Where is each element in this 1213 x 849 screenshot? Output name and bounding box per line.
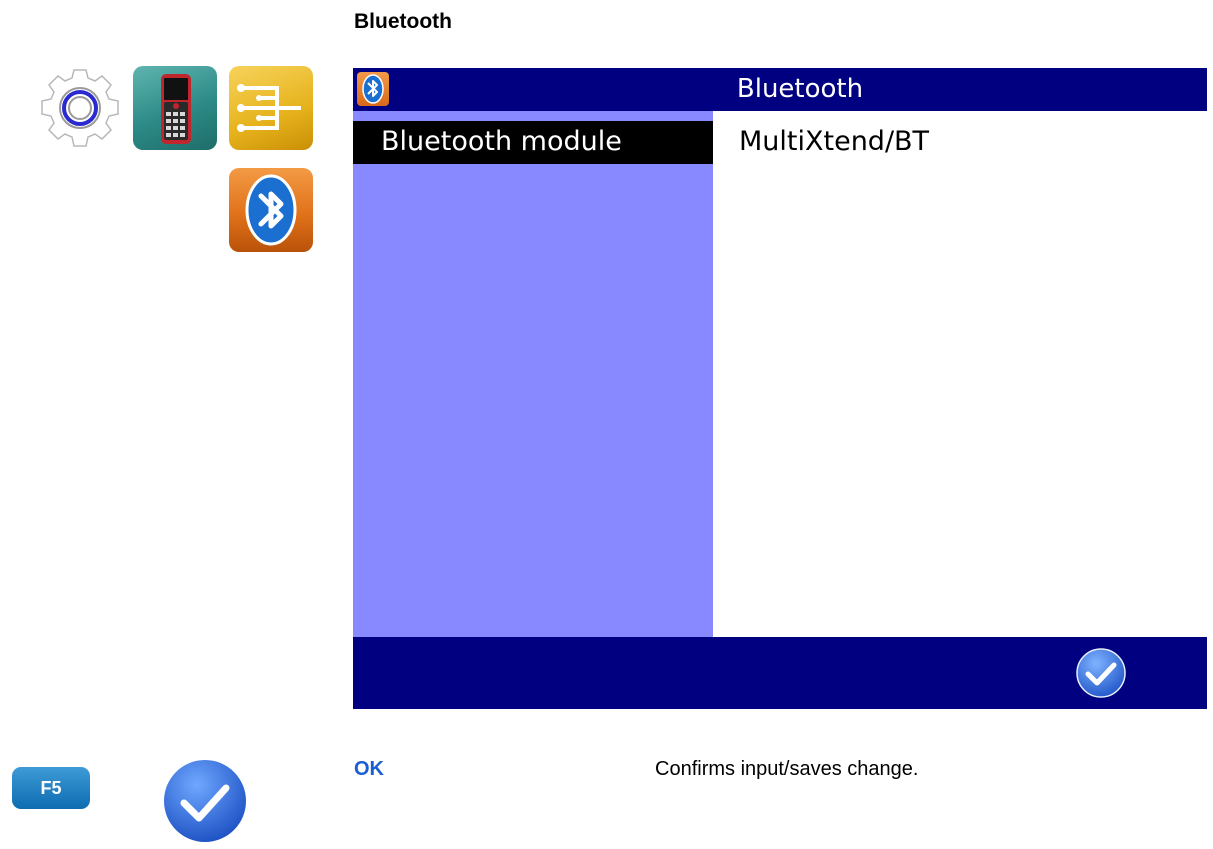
f5-key: F5 xyxy=(12,767,90,809)
screen-footer xyxy=(353,637,1207,709)
menu-list: Bluetooth module xyxy=(353,111,713,637)
screen-title: Bluetooth xyxy=(736,74,864,104)
legend-key-name: OK xyxy=(354,758,384,780)
bluetooth-module-value: MultiXtend/BT xyxy=(739,126,930,157)
screen-titlebar: Bluetooth xyxy=(353,68,1207,111)
menu-item-bluetooth-module[interactable]: Bluetooth module xyxy=(353,121,713,164)
legend-description: Confirms input/saves change. xyxy=(655,758,919,780)
network-tree-icon[interactable] xyxy=(229,66,313,150)
menu-item-label: Bluetooth module xyxy=(381,126,622,157)
handheld-device-icon[interactable] xyxy=(133,66,217,150)
page-title: Bluetooth xyxy=(354,10,452,33)
gear-icon[interactable] xyxy=(38,66,122,150)
bluetooth-icon[interactable] xyxy=(229,168,313,252)
checkmark-ok-icon[interactable] xyxy=(1075,647,1127,699)
checkmark-ok-icon xyxy=(162,758,248,844)
device-screen: Bluetooth Bluetooth module MultiXtend/BT xyxy=(353,68,1207,709)
